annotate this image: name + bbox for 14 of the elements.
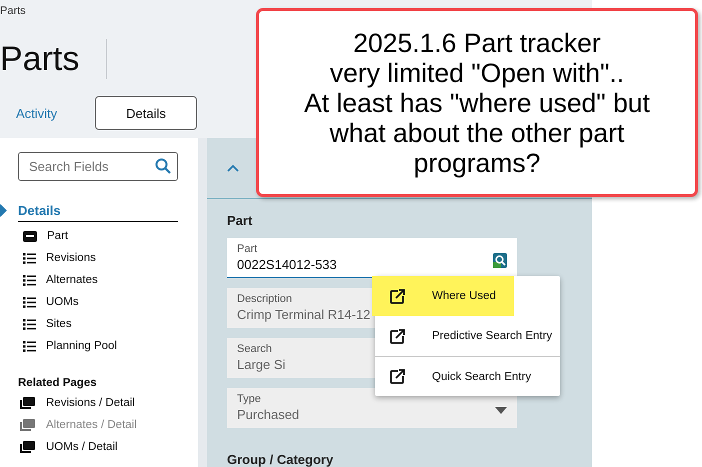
field-label: Description bbox=[237, 293, 294, 305]
field-label: Search bbox=[237, 343, 273, 355]
callout-text: 2025.1.6 Part tracker very limited "Open with".. At least has "where used" but what about the other part programs? bbox=[304, 28, 650, 178]
page-title: Parts bbox=[0, 40, 80, 78]
section-title: Part bbox=[227, 213, 254, 228]
field-label: Part bbox=[237, 243, 258, 255]
section-title: Related Pages bbox=[18, 377, 98, 389]
field-label: Type bbox=[237, 393, 262, 405]
section-title: Group / Category bbox=[227, 452, 334, 467]
related-page-link: Alternates / Detail bbox=[20, 414, 198, 436]
field-value: Crimp Terminal R14-12 bbox=[237, 307, 370, 322]
field-value: 0022S14012-533 bbox=[237, 257, 337, 272]
field-value: Purchased bbox=[237, 407, 300, 422]
field-value: Large Si bbox=[237, 357, 286, 372]
